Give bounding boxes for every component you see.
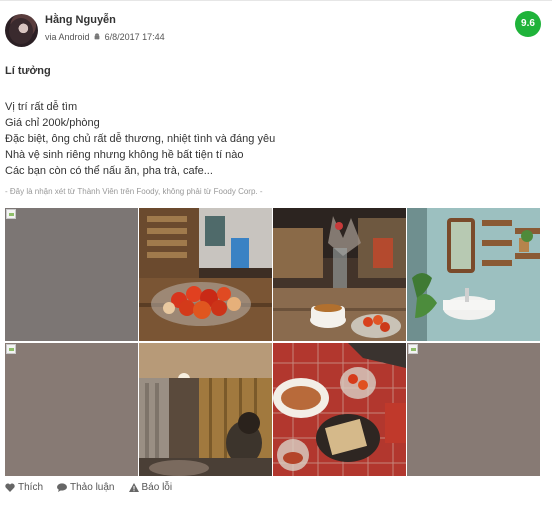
review-title: Lí tưởng [5,65,51,77]
warning-icon [128,483,139,492]
discuss-button[interactable]: Thảo luận [57,482,115,493]
photo-tile[interactable] [139,208,272,341]
review-line: Giá chỉ 200k/phòng [5,117,100,129]
teacup-photo [273,208,406,341]
review-meta: via Android 6/8/2017 17:44 [45,32,165,42]
discuss-label: Thảo luận [70,482,115,493]
review-line: Vị trí rất dễ tìm [5,101,78,113]
photo-tile[interactable] [407,208,540,341]
review-header: Hằng Nguyễn via Android 6/8/2017 17:44 9… [5,11,545,51]
bathroom-photo [407,208,540,341]
via-label: via Android [45,32,90,42]
review-actions: Thích Thảo luận Báo lỗi [5,482,172,493]
review-date: 6/8/2017 17:44 [104,32,165,42]
report-button[interactable]: Báo lỗi [128,482,173,493]
photo-tile[interactable] [273,208,406,341]
score-badge: 9.6 [515,11,541,37]
author-name[interactable]: Hằng Nguyễn [45,14,116,26]
heart-icon [5,483,15,492]
review-line: Các bạn còn có thể nấu ăn, pha trà, cafe… [5,165,213,177]
table-food-photo [273,343,406,476]
avatar[interactable] [5,14,38,47]
photo-grid [5,208,541,476]
room-photo [139,343,272,476]
review-card: Hằng Nguyễn via Android 6/8/2017 17:44 9… [0,0,552,507]
review-line: Đặc biệt, ông chủ rất dễ thương, nhiệt t… [5,133,276,145]
report-label: Báo lỗi [141,482,173,493]
broken-image-icon [6,209,16,219]
broken-image-icon [408,344,418,354]
photo-tile[interactable] [5,208,138,341]
photo-tile[interactable] [139,343,272,476]
review-line: Nhà vệ sinh riêng nhưng không hề bất tiệ… [5,149,244,161]
photo-tile[interactable] [273,343,406,476]
disclaimer: - Đây là nhận xét từ Thành Viên trên Foo… [5,187,263,196]
photo-tile[interactable] [407,343,540,476]
tomatoes-photo [139,208,272,341]
comment-icon [57,483,68,492]
like-button[interactable]: Thích [5,482,43,493]
photo-tile[interactable] [5,343,138,476]
android-icon [94,33,100,40]
like-label: Thích [18,482,44,493]
review-body: Vị trí rất dễ tìm Giá chỉ 200k/phòng Đặc… [5,99,275,179]
broken-image-icon [6,344,16,354]
